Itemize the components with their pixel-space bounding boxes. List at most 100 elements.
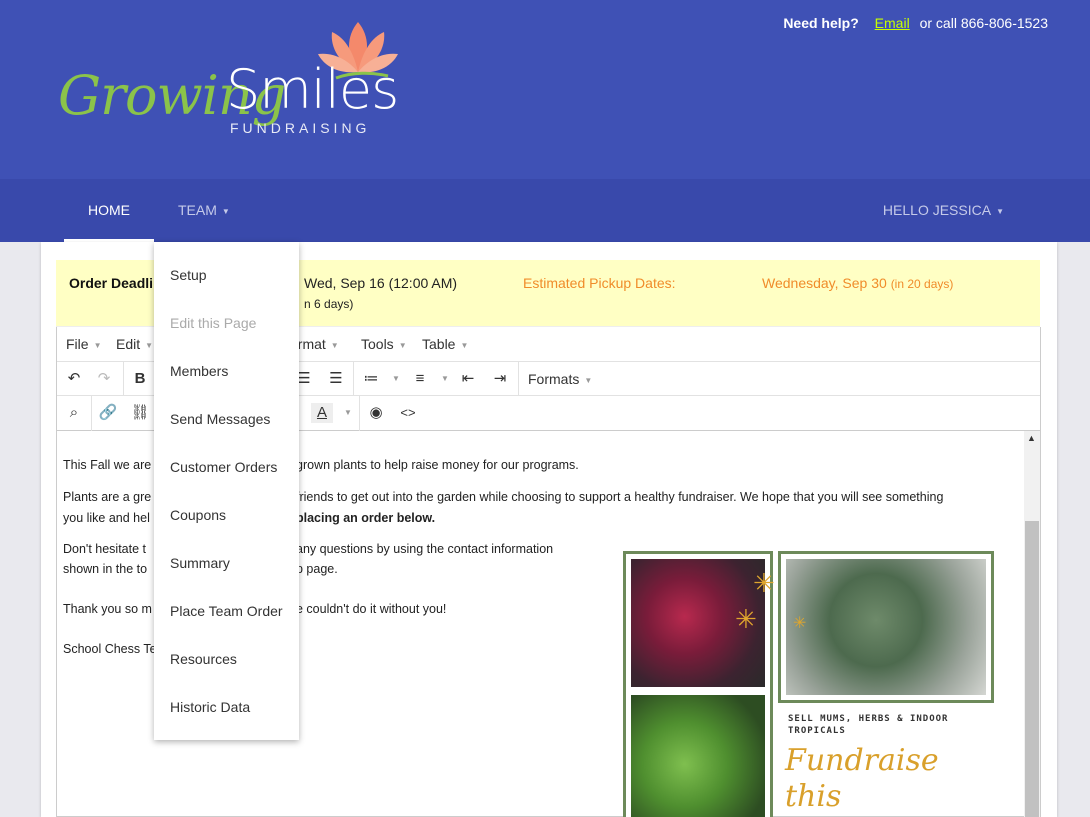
menu-item-send-messages[interactable]: Send Messages [170, 411, 270, 427]
content-line: Thank you so m [63, 599, 152, 620]
outdent-icon[interactable]: ⇤ [457, 369, 479, 389]
menu-item-members[interactable]: Members [170, 363, 228, 379]
menu-tools-label: Tools [361, 336, 394, 352]
nav-user-menu[interactable]: HELLO JESSICA ▼ [883, 179, 1004, 242]
nav-user-label: HELLO JESSICA [882, 202, 992, 218]
caret-down-icon: ▼ [398, 340, 407, 350]
nav-team[interactable]: TEAM ▼ [178, 179, 230, 242]
content-text: any questions by using the contact infor… [296, 542, 554, 556]
menu-file-label: File [66, 336, 89, 352]
succulent-photo [786, 559, 986, 695]
menu-file[interactable]: File ▼ [66, 336, 101, 352]
order-deadline-date: Wed, Sep 16 (12:00 AM) [304, 275, 458, 291]
call-text: or call 866-806-1523 [919, 15, 1048, 31]
content-line: shown in the to [63, 559, 147, 580]
content-text: you like and hel [63, 511, 150, 525]
nav-home-label: HOME [88, 202, 130, 218]
caret-down-icon[interactable]: ▼ [385, 369, 407, 389]
content-text: friends to get out into the garden while… [296, 490, 944, 504]
content-line: This Fall we are [63, 455, 151, 476]
menu-table[interactable]: Table ▼ [422, 336, 468, 352]
menu-item-setup[interactable]: Setup [170, 267, 207, 283]
caret-down-icon: ▼ [221, 206, 230, 216]
menu-item-edit-page: Edit this Page [170, 315, 257, 331]
formats-label: Formats [528, 371, 580, 387]
content-text: Don't hesitate t [63, 542, 146, 556]
content-text: e couldn't do it without you! [296, 602, 447, 616]
toolbar-divider [359, 396, 360, 431]
redo-icon[interactable]: ↷ [93, 369, 115, 389]
menu-item-summary[interactable]: Summary [170, 555, 230, 571]
poster-headline: Fundraise thissummer [785, 743, 1003, 817]
poster-headline-line1: Fundraise this [785, 743, 939, 814]
numbered-list-icon[interactable]: ≡ [409, 369, 431, 389]
menu-item-historic-data[interactable]: Historic Data [170, 699, 250, 715]
bold-icon[interactable]: B [129, 369, 151, 389]
content-text-bold: placing an order below [296, 511, 432, 525]
scroll-up-icon[interactable]: ▲ [1027, 433, 1036, 443]
content-line: you like and hel [63, 508, 150, 529]
preview-icon[interactable]: ◉ [365, 403, 387, 423]
order-deadline-label: Order Deadli [69, 275, 154, 291]
menu-tools[interactable]: Tools ▼ [361, 336, 407, 352]
help-bar: Need help? Email or call 866-806-1523 [783, 15, 1048, 31]
main-nav: HOME TEAM ▼ HELLO JESSICA ▼ [0, 179, 1090, 242]
undo-icon[interactable]: ↶ [63, 369, 85, 389]
basil-photo [631, 695, 765, 817]
content-line: School Chess Te [63, 639, 157, 660]
align-justify-icon[interactable]: ☰ [325, 369, 347, 389]
need-help-label: Need help? [783, 15, 859, 31]
caret-down-icon: ▼ [93, 340, 102, 350]
caret-down-icon: ▼ [460, 340, 469, 350]
toolbar-divider [353, 362, 354, 396]
source-code-icon[interactable]: <> [397, 403, 419, 423]
menu-item-place-team-order[interactable]: Place Team Order [170, 603, 283, 619]
menu-item-customer-orders[interactable]: Customer Orders [170, 459, 277, 475]
fundraiser-poster-image: ✳ ✳ ✳ SELL MUMS, HERBS & INDOOR TROPICAL… [623, 551, 1003, 817]
poster-tagline-text: SELL MUMS, HERBS & INDOOR TROPICALS [788, 714, 949, 736]
caret-down-icon: ▼ [996, 206, 1004, 216]
unlink-icon[interactable]: ⛓ [129, 403, 151, 423]
order-deadline-countdown: n 6 days) [304, 297, 354, 311]
content-text: p page. [296, 562, 338, 576]
pickup-countdown: (in 20 days) [890, 277, 954, 291]
indent-icon[interactable]: ⇥ [489, 369, 511, 389]
menu-edit[interactable]: Edit ▼ [116, 336, 153, 352]
find-replace-icon[interactable]: ⌕ [63, 403, 85, 423]
logo-word-smiles: Smiles [226, 58, 399, 121]
caret-down-icon: ▼ [145, 340, 154, 350]
content-line: any questions by using the contact infor… [296, 539, 553, 560]
toolbar-divider [518, 362, 519, 396]
editor-scrollbar[interactable]: ▲ [1024, 431, 1040, 817]
pickup-date: Wednesday, Sep 30 (in 20 days) [762, 275, 953, 291]
nav-home[interactable]: HOME [64, 179, 154, 242]
caret-down-icon: ▼ [584, 375, 593, 385]
poster-tagline: SELL MUMS, HERBS & INDOOR TROPICALS [788, 713, 948, 737]
email-link[interactable]: Email [875, 15, 910, 31]
pickup-label: Estimated Pickup Dates: [523, 275, 676, 291]
bullet-list-icon[interactable]: ≔ [360, 369, 382, 389]
toolbar-divider [91, 396, 92, 431]
menu-edit-label: Edit [116, 336, 141, 352]
growing-smiles-logo[interactable]: Growing Smiles FUNDRAISING [58, 14, 399, 154]
content-line: placing an order below. [296, 511, 436, 525]
content-text: Thank you so m [63, 602, 152, 616]
menu-item-coupons[interactable]: Coupons [170, 507, 226, 523]
menu-item-resources[interactable]: Resources [170, 651, 237, 667]
star-flower-icon: ✳ [735, 604, 757, 634]
formats-dropdown[interactable]: Formats ▼ [528, 371, 592, 387]
link-icon[interactable]: 🔗 [97, 403, 119, 423]
content-line: Plants are a gre [63, 487, 151, 508]
background-color-icon[interactable]: A [311, 403, 333, 423]
scrollbar-thumb[interactable] [1025, 521, 1039, 817]
caret-down-icon[interactable]: ▼ [434, 369, 456, 389]
caret-down-icon[interactable]: ▼ [337, 403, 359, 423]
content-line: Don't hesitate t [63, 539, 146, 560]
content-line: grown plants to help raise money for our… [296, 455, 579, 476]
content-text: School Chess Te [63, 642, 157, 656]
caret-down-icon: ▼ [330, 340, 339, 350]
site-header: Growing Smiles FUNDRAISING Need help? Em… [0, 0, 1090, 179]
content-line: e couldn't do it without you! [296, 599, 446, 620]
toolbar-divider [123, 362, 124, 396]
logo-tagline: FUNDRAISING [230, 120, 371, 136]
